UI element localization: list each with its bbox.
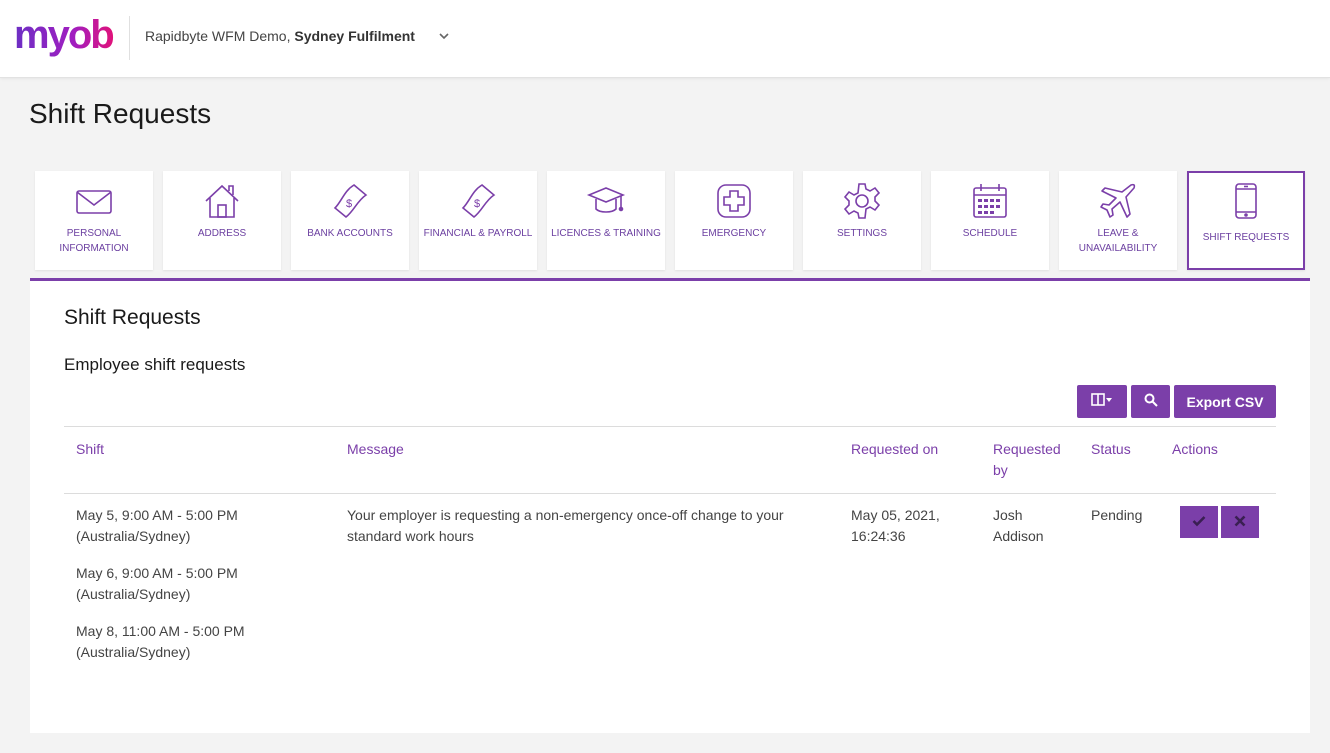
tile-settings[interactable]: SETTINGS <box>803 171 921 270</box>
mobile-phone-icon <box>1235 183 1257 219</box>
tile-label: LEAVE & UNAVAILABILITY <box>1078 228 1158 254</box>
table-top-border <box>64 426 1276 427</box>
shift-timezone: (Australia/Sydney) <box>76 528 191 544</box>
graduation-cap-icon <box>586 187 626 213</box>
column-header-actions: Actions <box>1172 441 1218 457</box>
org-prefix: Rapidbyte WFM Demo, <box>145 28 291 44</box>
svg-text:$: $ <box>346 198 352 210</box>
org-selector[interactable]: Rapidbyte WFM Demo, Sydney Fulfilment <box>145 28 415 44</box>
shift-entry: May 6, 9:00 AM - 5:00 PM (Australia/Sydn… <box>76 563 238 605</box>
tile-licences-training[interactable]: LICENCES & TRAINING <box>547 171 665 270</box>
columns-toggle-button[interactable] <box>1077 385 1127 418</box>
calendar-icon <box>973 184 1007 218</box>
tile-bank-accounts[interactable]: $ BANK ACCOUNTS <box>291 171 409 270</box>
cross-icon <box>1234 515 1246 526</box>
section-title: Shift Requests <box>64 306 201 329</box>
envelope-icon <box>76 190 112 214</box>
shift-timezone: (Australia/Sydney) <box>76 586 191 602</box>
tile-label: BANK ACCOUNTS <box>307 228 393 239</box>
column-header-message[interactable]: Message <box>347 439 404 460</box>
requested-on: May 05, 2021, 16:24:36 <box>851 507 940 544</box>
airplane-icon <box>1100 183 1136 218</box>
column-header-status[interactable]: Status <box>1091 439 1131 460</box>
tile-personal-information[interactable]: PERSONAL INFORMATION <box>35 171 153 270</box>
myob-logo[interactable]: myob <box>14 12 116 62</box>
org-name: Sydney Fulfilment <box>294 28 415 44</box>
tile-leave-unavailability[interactable]: LEAVE & UNAVAILABILITY <box>1059 171 1177 270</box>
chevron-down-icon[interactable] <box>438 30 450 42</box>
tile-label: EMERGENCY <box>701 228 767 239</box>
tile-label: SETTINGS <box>836 228 887 239</box>
shift-entry: May 5, 9:00 AM - 5:00 PM (Australia/Sydn… <box>76 505 238 547</box>
tile-label: SCHEDULE <box>962 228 1018 239</box>
export-csv-button[interactable]: Export CSV <box>1174 385 1276 418</box>
page-title: Shift Requests <box>29 98 212 129</box>
top-bar: myob Rapidbyte WFM Demo, Sydney Fulfilme… <box>0 0 1330 78</box>
shift-time: May 5, 9:00 AM - 5:00 PM <box>76 507 238 523</box>
tile-financial-payroll[interactable]: $ FINANCIAL & PAYROLL <box>419 171 537 270</box>
money-icon: $ <box>333 184 368 219</box>
request-message: Your employer is requesting a non-emerge… <box>347 507 784 544</box>
house-icon <box>205 184 239 218</box>
tile-shift-requests[interactable]: SHIFT REQUESTS <box>1187 171 1305 270</box>
medical-cross-icon <box>717 184 751 218</box>
tile-schedule[interactable]: SCHEDULE <box>931 171 1049 270</box>
shift-entry: May 8, 11:00 AM - 5:00 PM (Australia/Syd… <box>76 621 245 663</box>
check-icon <box>1192 515 1206 526</box>
money-icon: $ <box>461 184 496 219</box>
svg-text:$: $ <box>474 198 480 210</box>
shift-requests-panel: Shift Requests Employee shift requests E… <box>30 281 1310 733</box>
requested-by: Josh Addison <box>993 507 1044 544</box>
table-header-border <box>64 493 1276 494</box>
shift-time: May 8, 11:00 AM - 5:00 PM <box>76 623 245 639</box>
tile-label: LICENCES & TRAINING <box>551 228 661 239</box>
columns-dropdown-icon <box>1091 393 1112 406</box>
svg-text:myob: myob <box>14 13 113 57</box>
decline-button[interactable] <box>1221 506 1259 538</box>
search-button[interactable] <box>1131 385 1170 418</box>
status-text: Pending <box>1091 507 1143 523</box>
column-header-requested-on[interactable]: Requested on <box>851 439 938 460</box>
shift-time: May 6, 9:00 AM - 5:00 PM <box>76 565 238 581</box>
tile-address[interactable]: ADDRESS <box>163 171 281 270</box>
tile-label: SHIFT REQUESTS <box>1202 232 1290 243</box>
shift-timezone: (Australia/Sydney) <box>76 644 191 660</box>
column-header-shift[interactable]: Shift <box>76 439 104 460</box>
tile-label: ADDRESS <box>197 228 247 239</box>
search-icon <box>1144 393 1158 407</box>
section-subtitle: Employee shift requests <box>64 355 246 374</box>
tile-emergency[interactable]: EMERGENCY <box>675 171 793 270</box>
tile-label: PERSONAL INFORMATION <box>59 228 129 254</box>
tile-label: FINANCIAL & PAYROLL <box>423 228 533 239</box>
profile-nav-tiles: PERSONAL INFORMATION ADDRESS $ BANK ACCO… <box>35 171 1305 270</box>
column-header-requested-by[interactable]: Requested by <box>993 439 1073 481</box>
approve-button[interactable] <box>1180 506 1218 538</box>
gear-icon <box>843 183 881 219</box>
header-divider <box>129 16 130 60</box>
